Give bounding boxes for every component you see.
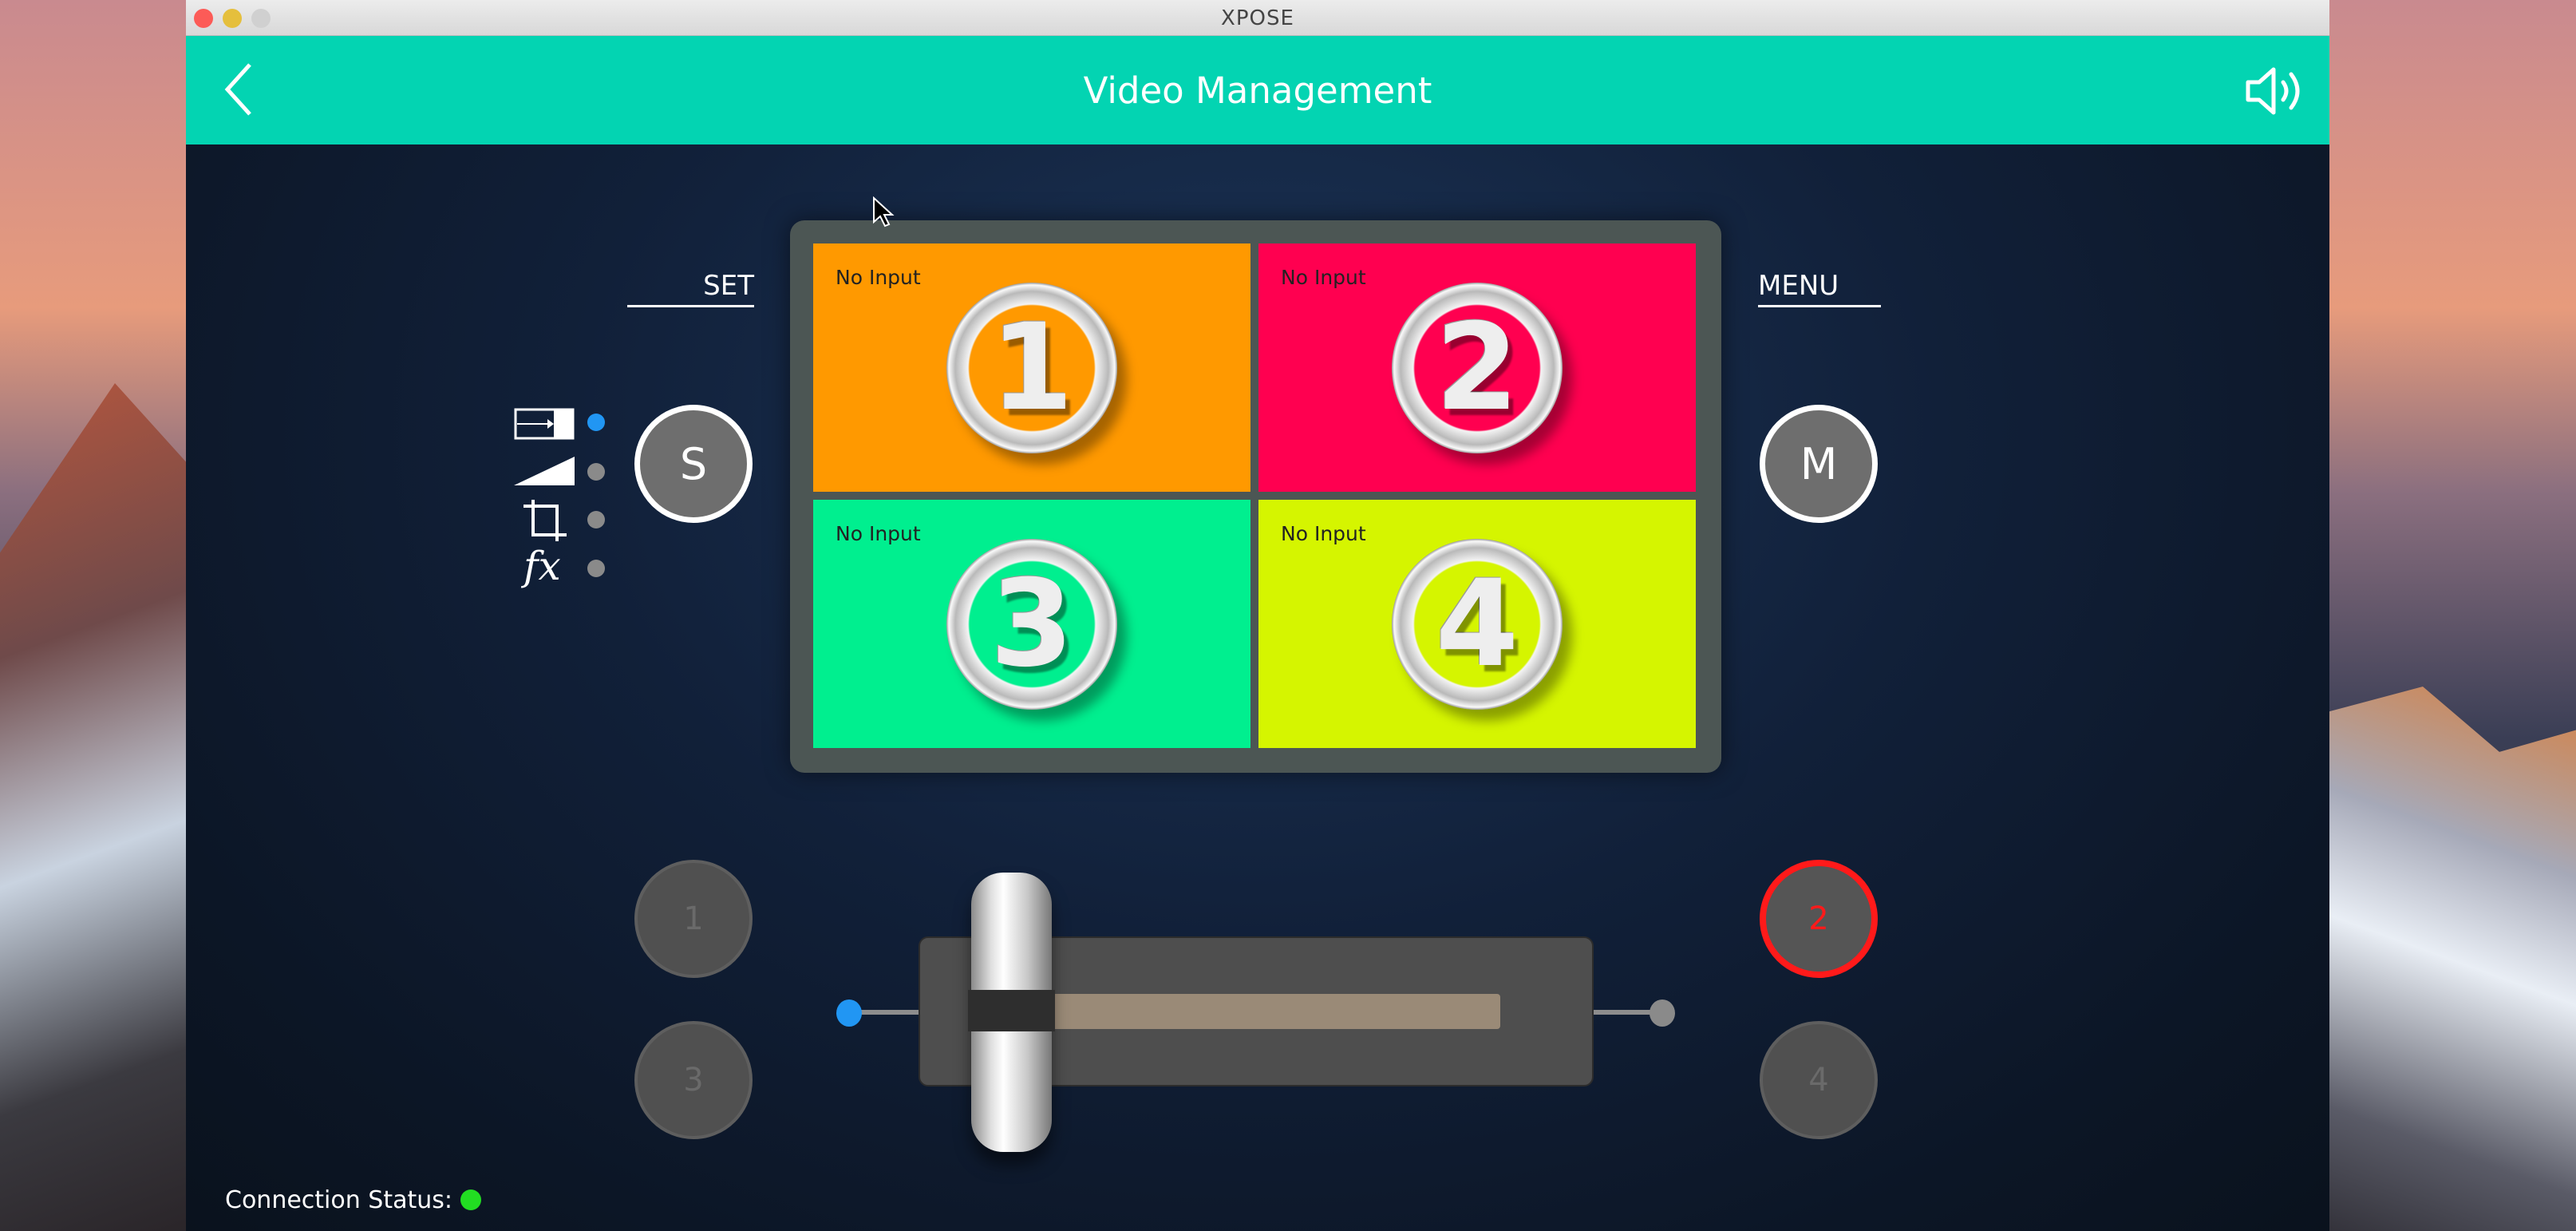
crossfader-track[interactable]	[1052, 994, 1500, 1029]
handle-grip	[968, 990, 1055, 1031]
crossfader-handle[interactable]	[968, 873, 1055, 1152]
input-button-2[interactable]: 2	[1760, 860, 1878, 978]
tile-status: No Input	[1281, 522, 1366, 545]
desktop-wallpaper-right	[2321, 687, 2576, 1231]
mode-indicator	[587, 463, 605, 481]
mode-indicator	[587, 560, 605, 577]
mouse-cursor-icon	[873, 196, 895, 228]
sound-button[interactable]	[2245, 65, 2309, 121]
number-badge: 3	[946, 538, 1117, 710]
crossfader-left-line	[856, 1010, 920, 1015]
tile-status: No Input	[836, 266, 921, 289]
mode-indicator	[587, 511, 605, 528]
transition-wipe-icon[interactable]	[514, 408, 575, 440]
number-badge: 1	[946, 282, 1117, 453]
fx-icon[interactable]: fx	[523, 543, 561, 589]
preview-tile-4[interactable]: No Input 4	[1258, 500, 1696, 748]
crop-icon[interactable]	[522, 500, 567, 543]
connection-status-indicator	[460, 1189, 481, 1210]
crossfader-right-indicator	[1650, 999, 1675, 1027]
speaker-icon	[2246, 67, 2300, 115]
window-title: XPOSE	[1221, 6, 1294, 30]
number-badge: 4	[1392, 538, 1563, 710]
set-label: SET	[627, 270, 754, 307]
menu-label: MENU	[1758, 270, 1881, 307]
menu-button[interactable]: M	[1760, 405, 1878, 523]
set-button[interactable]: S	[634, 405, 753, 523]
app-header: Video Management	[186, 36, 2329, 144]
input-button-3[interactable]: 3	[634, 1021, 753, 1139]
title-bar: XPOSE	[186, 0, 2329, 36]
preview-tile-2[interactable]: No Input 2	[1258, 243, 1696, 492]
mode-indicator-active	[587, 414, 605, 431]
page-title: Video Management	[1083, 69, 1432, 112]
crossfader-left-indicator	[836, 999, 862, 1027]
input-button-4[interactable]: 4	[1760, 1021, 1878, 1139]
preview-tile-3[interactable]: No Input 3	[813, 500, 1250, 748]
app-window: XPOSE Video Management SET MENU S M fx N…	[186, 0, 2329, 1231]
number-badge: 2	[1392, 282, 1563, 453]
desktop-wallpaper-left	[0, 383, 192, 1231]
preview-panel: No Input 1 No Input 2 No Input 3 No Inpu…	[790, 220, 1721, 773]
tile-status: No Input	[1281, 266, 1366, 289]
preview-tile-1[interactable]: No Input 1	[813, 243, 1250, 492]
connection-status-label: Connection Status:	[225, 1186, 452, 1214]
input-button-1[interactable]: 1	[634, 860, 753, 978]
tile-status: No Input	[836, 522, 921, 545]
volume-ramp-icon[interactable]	[514, 457, 575, 487]
